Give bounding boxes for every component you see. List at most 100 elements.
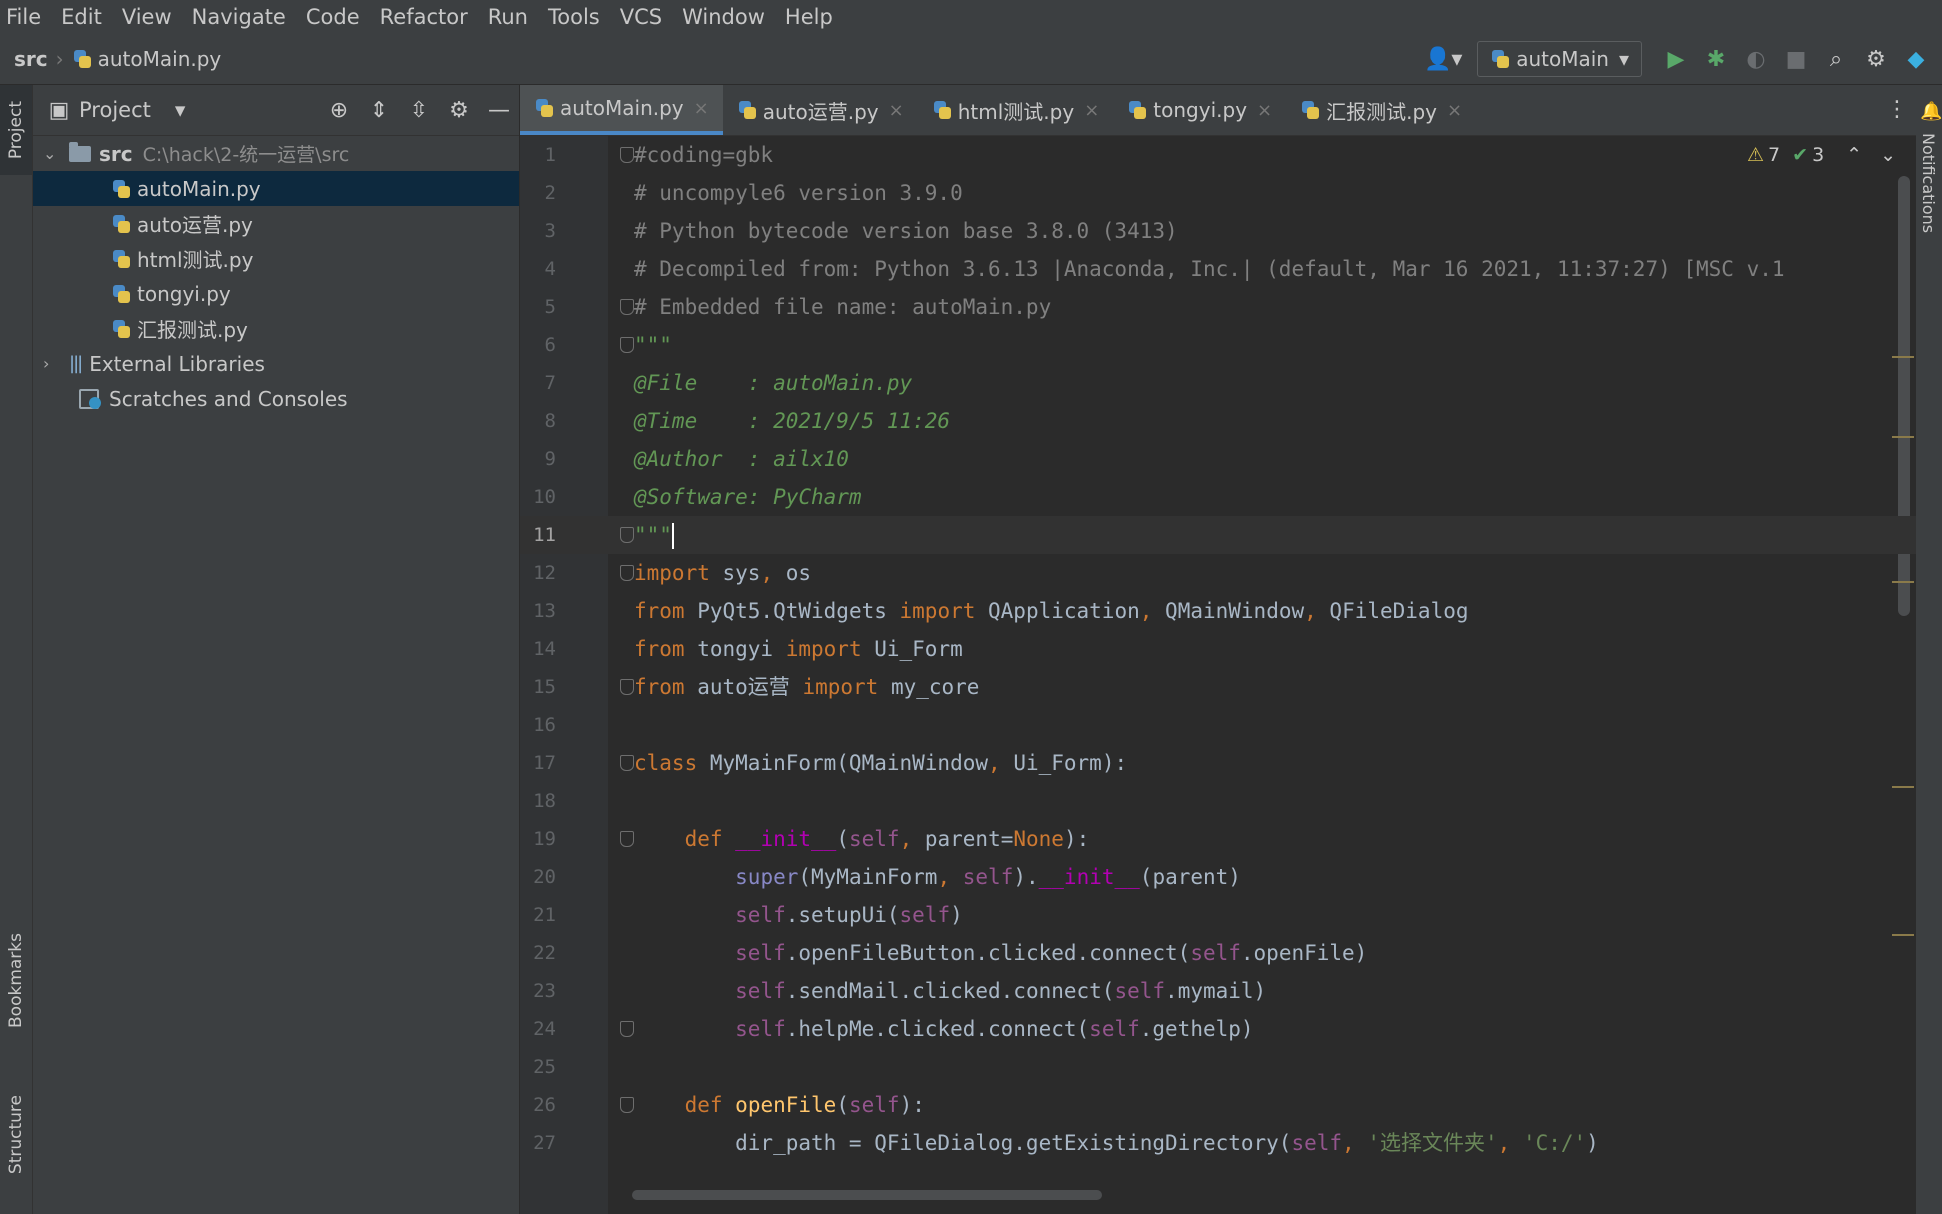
- menu-window[interactable]: Window: [682, 5, 765, 29]
- menu-file[interactable]: File: [6, 5, 41, 29]
- tool-tab-project[interactable]: Project: [0, 85, 32, 175]
- menu-navigate[interactable]: Navigate: [192, 5, 286, 29]
- line-number: 5: [544, 296, 556, 318]
- fold-marker-icon[interactable]: [620, 147, 634, 163]
- fold-marker-icon[interactable]: [620, 299, 634, 315]
- chevron-down-icon[interactable]: ▾: [175, 98, 186, 122]
- expand-all-icon[interactable]: ⇕: [359, 98, 399, 123]
- jetbrains-logo-icon[interactable]: ◆: [1896, 42, 1936, 76]
- tree-row-src[interactable]: ⌄ src C:\hack\2-统一运营\src: [33, 136, 519, 171]
- close-icon[interactable]: ×: [889, 100, 904, 121]
- editor-tab[interactable]: auto运营.py ×: [723, 85, 918, 135]
- code-line[interactable]: 5 # Embedded file name: autoMain.py: [520, 288, 1916, 326]
- fold-marker-icon[interactable]: [620, 679, 634, 695]
- fold-marker-icon[interactable]: [620, 755, 634, 771]
- code-line[interactable]: 2 # uncompyle6 version 3.9.0: [520, 174, 1916, 212]
- menu-view[interactable]: View: [122, 5, 172, 29]
- code-line[interactable]: 8 @Time : 2021/9/5 11:26: [520, 402, 1916, 440]
- code-line[interactable]: 13 from PyQt5.QtWidgets import QApplicati…: [520, 592, 1916, 630]
- tree-row-file[interactable]: 汇报测试.py: [33, 311, 519, 346]
- tree-file-label: tongyi.py: [137, 281, 231, 306]
- fold-marker-icon[interactable]: [620, 831, 634, 847]
- code-line[interactable]: 20 super(MyMainForm, self).__init__(pare…: [520, 858, 1916, 896]
- editor-tab[interactable]: tongyi.py ×: [1113, 85, 1286, 135]
- code-line[interactable]: 17 class MyMainForm(QMainWindow, Ui_Form)…: [520, 744, 1916, 782]
- fold-marker-icon[interactable]: [620, 1097, 634, 1113]
- code-line[interactable]: 22 self.openFileButton.clicked.connect(s…: [520, 934, 1916, 972]
- tree-row-file[interactable]: autoMain.py: [33, 171, 519, 206]
- code-line[interactable]: 16: [520, 706, 1916, 744]
- fold-marker-icon[interactable]: [620, 565, 634, 581]
- search-icon[interactable]: ⌕: [1816, 42, 1856, 76]
- code-line[interactable]: 11 """: [520, 516, 1916, 554]
- horizontal-scrollbar[interactable]: [632, 1190, 1102, 1200]
- tree-row-scratches[interactable]: Scratches and Consoles: [33, 381, 519, 416]
- code-line[interactable]: 6 """: [520, 326, 1916, 364]
- code-line[interactable]: 26 def openFile(self):: [520, 1086, 1916, 1124]
- bell-icon[interactable]: 🔔: [1920, 101, 1942, 122]
- code-line[interactable]: 21 self.setupUi(self): [520, 896, 1916, 934]
- code-line[interactable]: 9 @Author : ailx10: [520, 440, 1916, 478]
- breadcrumb-file[interactable]: autoMain.py: [98, 47, 222, 71]
- code-line[interactable]: 1 #coding=gbk: [520, 136, 1916, 174]
- code-line[interactable]: 10 @Software: PyCharm: [520, 478, 1916, 516]
- fold-marker-icon[interactable]: [620, 527, 634, 543]
- menu-run[interactable]: Run: [488, 5, 528, 29]
- menu-tools[interactable]: Tools: [548, 5, 600, 29]
- tree-row-external-libraries[interactable]: › ||| External Libraries: [33, 346, 519, 381]
- menu-edit[interactable]: Edit: [61, 5, 102, 29]
- code-line[interactable]: 23 self.sendMail.clicked.connect(self.my…: [520, 972, 1916, 1010]
- python-file-icon: [737, 100, 757, 120]
- editor-tab[interactable]: html测试.py ×: [918, 85, 1114, 135]
- tree-row-file[interactable]: html测试.py: [33, 241, 519, 276]
- editor-tab[interactable]: 汇报测试.py ×: [1286, 85, 1476, 135]
- vcs-user-icon[interactable]: 👤▾: [1423, 42, 1463, 76]
- more-vertical-icon[interactable]: ⋮: [1886, 97, 1908, 122]
- gear-icon[interactable]: ⚙: [439, 98, 479, 123]
- gear-icon[interactable]: ⚙: [1856, 42, 1896, 76]
- code-line[interactable]: 7 @File : autoMain.py: [520, 364, 1916, 402]
- code-line[interactable]: 27 dir_path = QFileDialog.getExistingDir…: [520, 1124, 1916, 1162]
- chevron-down-icon[interactable]: ⌄: [43, 144, 61, 163]
- close-icon[interactable]: ×: [1084, 100, 1099, 121]
- code-line[interactable]: 15 from auto运营 import my_core: [520, 668, 1916, 706]
- tool-tab-notifications[interactable]: Notifications: [1919, 133, 1938, 233]
- close-icon[interactable]: ×: [1447, 100, 1462, 121]
- tool-tab-bookmarks[interactable]: Bookmarks: [0, 905, 32, 1055]
- menu-refactor[interactable]: Refactor: [380, 5, 468, 29]
- collapse-all-icon[interactable]: ⇳: [399, 98, 439, 123]
- code-line[interactable]: 3 # Python bytecode version base 3.8.0 (3…: [520, 212, 1916, 250]
- code-line[interactable]: 25: [520, 1048, 1916, 1086]
- breadcrumb-src[interactable]: src: [14, 47, 48, 71]
- code-line[interactable]: 24 self.helpMe.clicked.connect(self.geth…: [520, 1010, 1916, 1048]
- menu-code[interactable]: Code: [306, 5, 360, 29]
- run-icon[interactable]: ▶: [1656, 42, 1696, 76]
- hide-panel-icon[interactable]: —: [479, 98, 519, 123]
- code-text: class MyMainForm(QMainWindow, Ui_Form):: [634, 751, 1128, 775]
- code-line[interactable]: 4 # Decompiled from: Python 3.6.13 |Anaco…: [520, 250, 1916, 288]
- tree-row-file[interactable]: tongyi.py: [33, 276, 519, 311]
- stop-icon[interactable]: ■: [1776, 42, 1816, 76]
- tool-tab-structure[interactable]: Structure: [0, 1075, 32, 1195]
- line-number: 17: [533, 752, 556, 774]
- coverage-icon[interactable]: ◐: [1736, 42, 1776, 76]
- fold-marker-icon[interactable]: [620, 337, 634, 353]
- code-text: # Embedded file name: autoMain.py: [634, 295, 1052, 319]
- close-icon[interactable]: ×: [1257, 100, 1272, 121]
- chevron-right-icon[interactable]: ›: [43, 354, 61, 373]
- tree-row-file[interactable]: auto运营.py: [33, 206, 519, 241]
- code-line[interactable]: 19 def __init__(self, parent=None):: [520, 820, 1916, 858]
- debug-bug-icon[interactable]: ✱: [1696, 42, 1736, 76]
- project-view-selector[interactable]: Project: [79, 98, 151, 122]
- code-line[interactable]: 18: [520, 782, 1916, 820]
- editor-tab[interactable]: autoMain.py ×: [520, 85, 723, 135]
- close-icon[interactable]: ×: [694, 98, 709, 119]
- code-line[interactable]: 14 from tongyi import Ui_Form: [520, 630, 1916, 668]
- locate-file-icon[interactable]: ⊕: [319, 98, 359, 123]
- fold-marker-icon[interactable]: [620, 1021, 634, 1037]
- code-line[interactable]: 12 import sys, os: [520, 554, 1916, 592]
- menu-vcs[interactable]: VCS: [620, 5, 662, 29]
- menu-help[interactable]: Help: [785, 5, 833, 29]
- run-configuration-select[interactable]: autoMain ▾: [1477, 41, 1642, 77]
- code-editor[interactable]: ⚠ 7 ✔ 3 ⌃ ⌄ 1 #coding=gbk 2 # uncompyle6 ve…: [520, 136, 1916, 1214]
